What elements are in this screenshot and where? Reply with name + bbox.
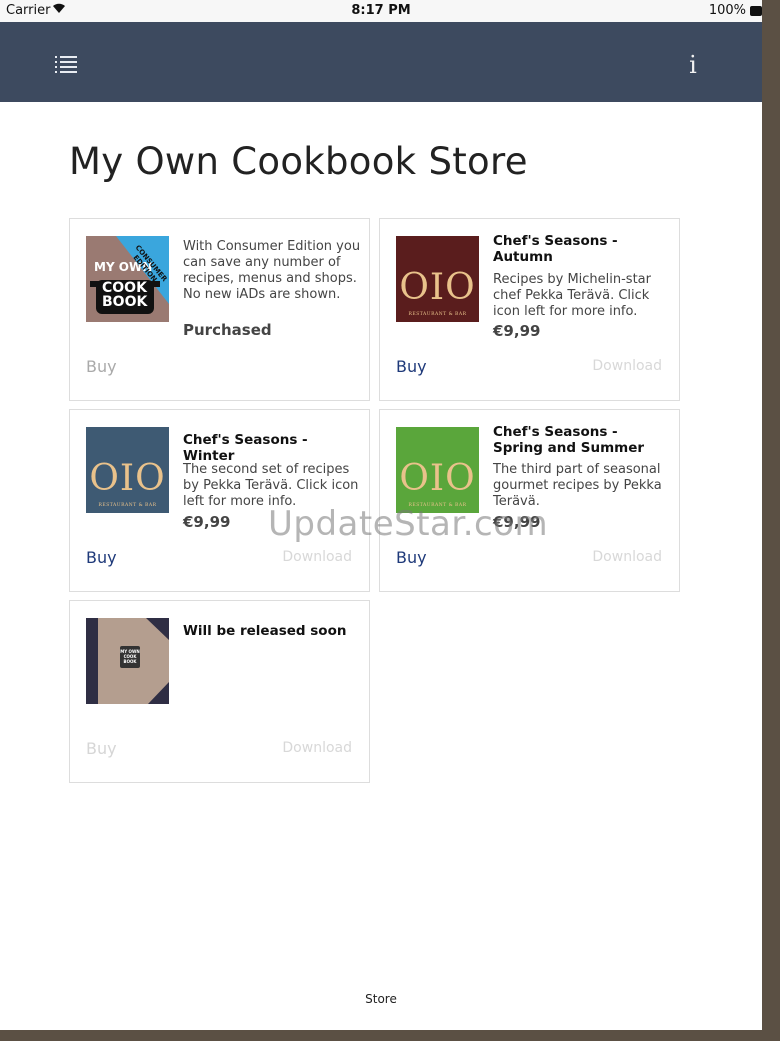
restaurant-bar-caption: RESTAURANT & BAR bbox=[408, 312, 467, 317]
page-title: My Own Cookbook Store bbox=[69, 140, 528, 183]
price-label: €9,99 bbox=[183, 513, 231, 531]
oio-logo: OIO bbox=[89, 458, 166, 499]
menu-list-icon[interactable] bbox=[55, 56, 79, 74]
buy-button[interactable]: Buy bbox=[86, 548, 117, 567]
card-description: With Consumer Edition you can save any n… bbox=[183, 239, 361, 302]
mini-cookbook-logo: MY OWN COOK BOOK bbox=[116, 649, 144, 664]
buy-button[interactable]: Buy bbox=[396, 548, 427, 567]
app-bar: i bbox=[0, 22, 762, 102]
store-card-consumer-edition: MY OWN COOK BOOK CONSUMER EDITION With C… bbox=[69, 218, 370, 401]
consumer-edition-thumbnail[interactable]: MY OWN COOK BOOK CONSUMER EDITION bbox=[86, 236, 169, 322]
thumb-text-book: BOOK bbox=[123, 659, 137, 664]
status-bar: Carrier 8:17 PM 100% bbox=[0, 0, 762, 22]
download-button[interactable]: Download bbox=[282, 549, 352, 565]
card-description: The third part of seasonal gourmet recip… bbox=[493, 462, 662, 509]
store-card-coming-soon: MY OWN COOK BOOK Will be released soon B… bbox=[69, 600, 370, 783]
info-icon[interactable]: i bbox=[686, 52, 700, 78]
store-card-winter: OIO RESTAURANT & BAR Chef's Seasons - Wi… bbox=[69, 409, 370, 592]
clock: 8:17 PM bbox=[351, 3, 411, 18]
card-title: Chef's Seasons - Autumn bbox=[493, 233, 618, 265]
oio-logo: OIO bbox=[399, 267, 476, 308]
autumn-thumbnail[interactable]: OIO RESTAURANT & BAR bbox=[396, 236, 479, 322]
coming-soon-thumbnail: MY OWN COOK BOOK bbox=[86, 618, 169, 704]
card-title: Will be released soon bbox=[183, 623, 347, 639]
oio-logo: OIO bbox=[399, 458, 476, 499]
store-card-spring-summer: OIO RESTAURANT & BAR Chef's Seasons - Sp… bbox=[379, 409, 680, 592]
battery-percent: 100% bbox=[708, 3, 746, 18]
winter-thumbnail[interactable]: OIO RESTAURANT & BAR bbox=[86, 427, 169, 513]
buy-button[interactable]: Buy bbox=[396, 357, 427, 376]
store-content: My Own Cookbook Store MY OWN COOK BOOK C… bbox=[0, 102, 762, 1030]
purchased-status: Purchased bbox=[183, 321, 272, 339]
price-label: €9,99 bbox=[493, 322, 541, 340]
card-description: Recipes by Michelin-star chef Pekka Terä… bbox=[493, 272, 651, 319]
restaurant-bar-caption: RESTAURANT & BAR bbox=[98, 503, 157, 508]
buy-button[interactable]: Buy bbox=[86, 739, 117, 758]
thumb-text-book: BOOK bbox=[102, 294, 148, 310]
card-description: The second set of recipes by Pekka Teräv… bbox=[183, 462, 359, 509]
download-button[interactable]: Download bbox=[282, 740, 352, 756]
store-tab-label[interactable]: Store bbox=[0, 992, 762, 1006]
watermark: UpdateStar.com bbox=[268, 504, 549, 544]
store-card-autumn: OIO RESTAURANT & BAR Chef's Seasons - Au… bbox=[379, 218, 680, 401]
card-title: Chef's Seasons - Winter bbox=[183, 432, 308, 464]
download-button[interactable]: Download bbox=[592, 358, 662, 374]
download-button[interactable]: Download bbox=[592, 549, 662, 565]
battery-icon bbox=[750, 6, 762, 16]
card-title: Chef's Seasons - Spring and Summer bbox=[493, 424, 645, 456]
spring-summer-thumbnail[interactable]: OIO RESTAURANT & BAR bbox=[396, 427, 479, 513]
buy-button[interactable]: Buy bbox=[86, 357, 117, 376]
